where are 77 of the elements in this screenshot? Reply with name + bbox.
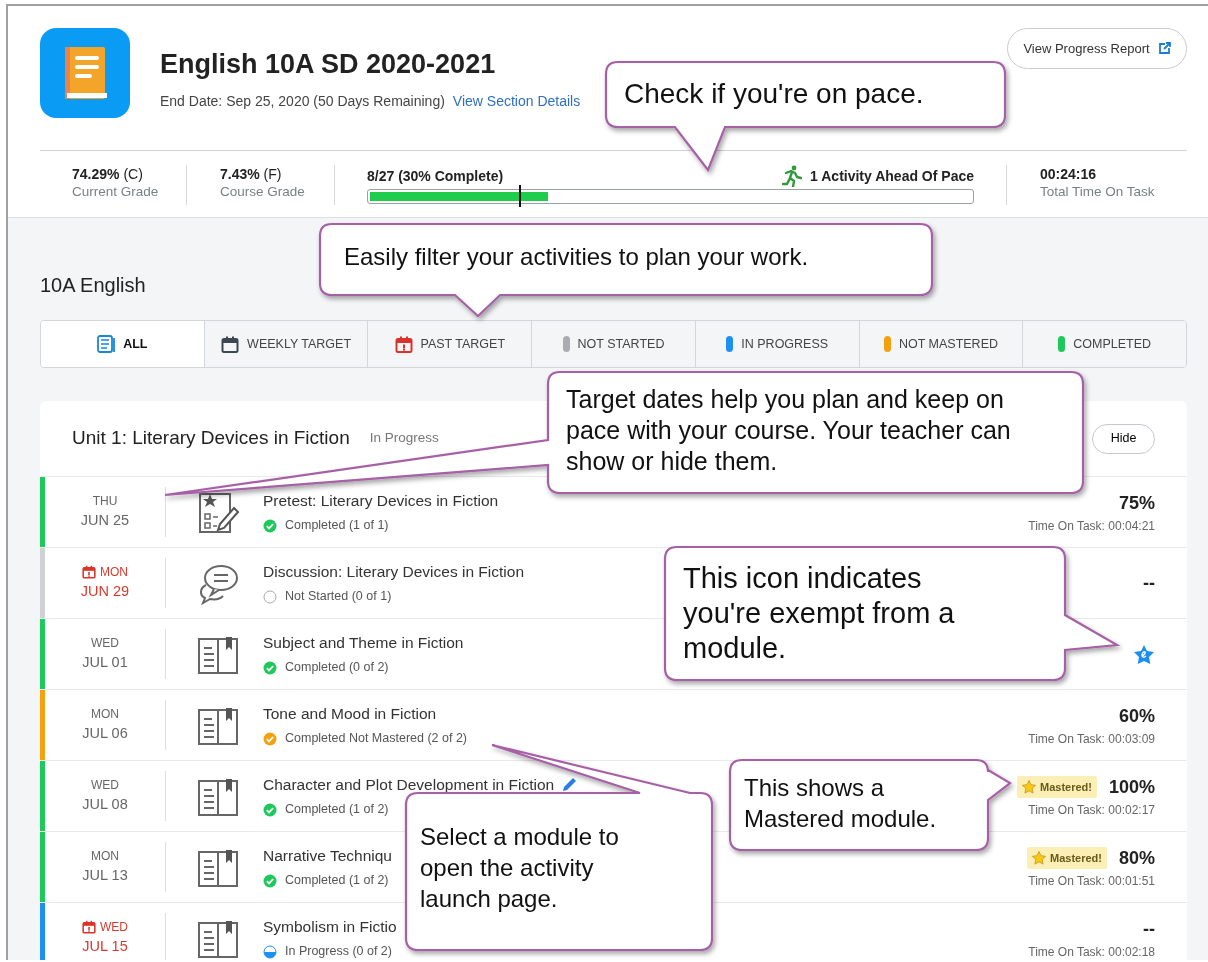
runner-icon xyxy=(782,165,803,187)
check-icon xyxy=(263,660,277,675)
progress-report-button[interactable]: View Progress Report xyxy=(1007,28,1187,69)
mastered-label: Mastered! xyxy=(1040,779,1092,795)
time-label: Total Time On Task xyxy=(1040,183,1155,201)
activity-status: Not Started (0 of 1) xyxy=(285,588,392,606)
callout-text: Target dates help you plan and keep on pace with your course. Your teacher can show or hide them. xyxy=(566,384,1012,477)
check-icon xyxy=(263,731,277,746)
calendar-icon xyxy=(221,335,240,353)
activity-status: Completed (0 of 2) xyxy=(285,659,389,677)
activity-status: Completed Not Mastered (2 of 2) xyxy=(285,730,468,748)
hide-button[interactable]: Hide xyxy=(1092,423,1155,454)
target-date: JUL 13 xyxy=(81,866,129,886)
time-on-task: Time On Task: 00:01:51 xyxy=(1027,872,1155,890)
time-on-task: Time On Task: 00:04:21 xyxy=(1028,517,1155,535)
callout-text: Check if you're on pace. xyxy=(624,77,925,111)
external-link-icon xyxy=(1157,42,1171,55)
activity-title[interactable]: Discussion: Literary Devices in Fiction xyxy=(263,560,524,584)
list-icon xyxy=(97,335,116,353)
target-day: MON xyxy=(100,563,128,582)
end-date-text: End Date: Sep 25, 2020 (50 Days Remaining) xyxy=(160,91,445,111)
target-date: JUL 08 xyxy=(81,795,129,815)
grade-value: 74.29% (C) xyxy=(72,165,144,183)
activity-status: Completed (1 of 1) xyxy=(285,517,389,535)
progress-text: 8/27 (30% Complete) xyxy=(367,167,504,185)
activity-title[interactable]: Character and Plot Development in Fiction xyxy=(263,773,555,797)
callout-text: This icon indicates you're exempt from a module. xyxy=(683,561,956,666)
course-title: English 10A SD 2020-2021 xyxy=(160,48,497,81)
score: 60% xyxy=(1118,704,1155,728)
target-day: MON xyxy=(91,847,119,866)
time-value: 00:24:16 xyxy=(1040,165,1098,183)
time-on-task: Time On Task: 00:02:17 xyxy=(1027,801,1155,819)
target-date: JUN 29 xyxy=(79,582,131,602)
star-icon xyxy=(1022,780,1036,794)
activity-title[interactable]: Pretest: Literary Devices in Fiction xyxy=(263,489,499,513)
score: -- xyxy=(1143,917,1155,941)
unit-title: Unit 1: Literary Devices in Fiction xyxy=(72,426,350,451)
target-date: JUN 25 xyxy=(79,511,131,531)
callout-text: This shows a Mastered module. xyxy=(744,773,938,834)
score: 100% xyxy=(1108,775,1155,799)
target-date: JUL 01 xyxy=(81,653,129,673)
calendar-alert-icon xyxy=(394,335,413,353)
time-on-task: Time On Task: 00:02:18 xyxy=(1028,943,1155,960)
callout-text: Select a module to open the activity launch page. xyxy=(420,822,620,914)
grade-label: Course Grade xyxy=(220,183,306,201)
target-day: WED xyxy=(91,634,119,653)
section-details-link[interactable]: View Section Details xyxy=(452,90,581,112)
score: -- xyxy=(1143,571,1155,595)
activity-title[interactable]: Tone and Mood in Fiction xyxy=(263,702,437,726)
callout-text: Easily filter your activities to plan your work. xyxy=(344,242,810,272)
target-day: THU xyxy=(92,492,118,511)
check-icon xyxy=(263,518,277,533)
check-icon xyxy=(263,802,277,817)
activity-title[interactable]: Symbolism in Fictio xyxy=(263,915,397,939)
activity-status: Completed (1 of 2) xyxy=(285,872,389,890)
pace-text: 1 Activity Ahead Of Pace xyxy=(810,167,974,185)
target-date: JUL 06 xyxy=(81,724,129,744)
mastered-label: Mastered! xyxy=(1050,850,1102,866)
score: 80% xyxy=(1118,846,1155,870)
unit-status: In Progress xyxy=(369,429,439,448)
grade-value: 7.43% (F) xyxy=(220,165,283,183)
target-date: JUL 15 xyxy=(81,937,129,957)
target-day: WED xyxy=(100,918,128,937)
check-icon xyxy=(263,873,277,888)
activity-title[interactable]: Narrative Techniqu xyxy=(263,844,392,868)
grade-label: Current Grade xyxy=(72,183,160,201)
empty-circle-icon xyxy=(263,589,277,604)
activity-status: In Progress (0 of 2) xyxy=(285,943,392,960)
star-icon xyxy=(1032,851,1046,865)
activity-title[interactable]: Subject and Theme in Fiction xyxy=(263,631,464,655)
filter-tab[interactable]: ALL xyxy=(41,321,205,367)
target-day: WED xyxy=(91,776,119,795)
activity-status: Completed (1 of 2) xyxy=(285,801,389,819)
score: 75% xyxy=(1118,491,1155,515)
target-day: MON xyxy=(91,705,119,724)
time-on-task: Time On Task: 00:03:09 xyxy=(1028,730,1155,748)
section-title: 10A English xyxy=(40,273,147,298)
